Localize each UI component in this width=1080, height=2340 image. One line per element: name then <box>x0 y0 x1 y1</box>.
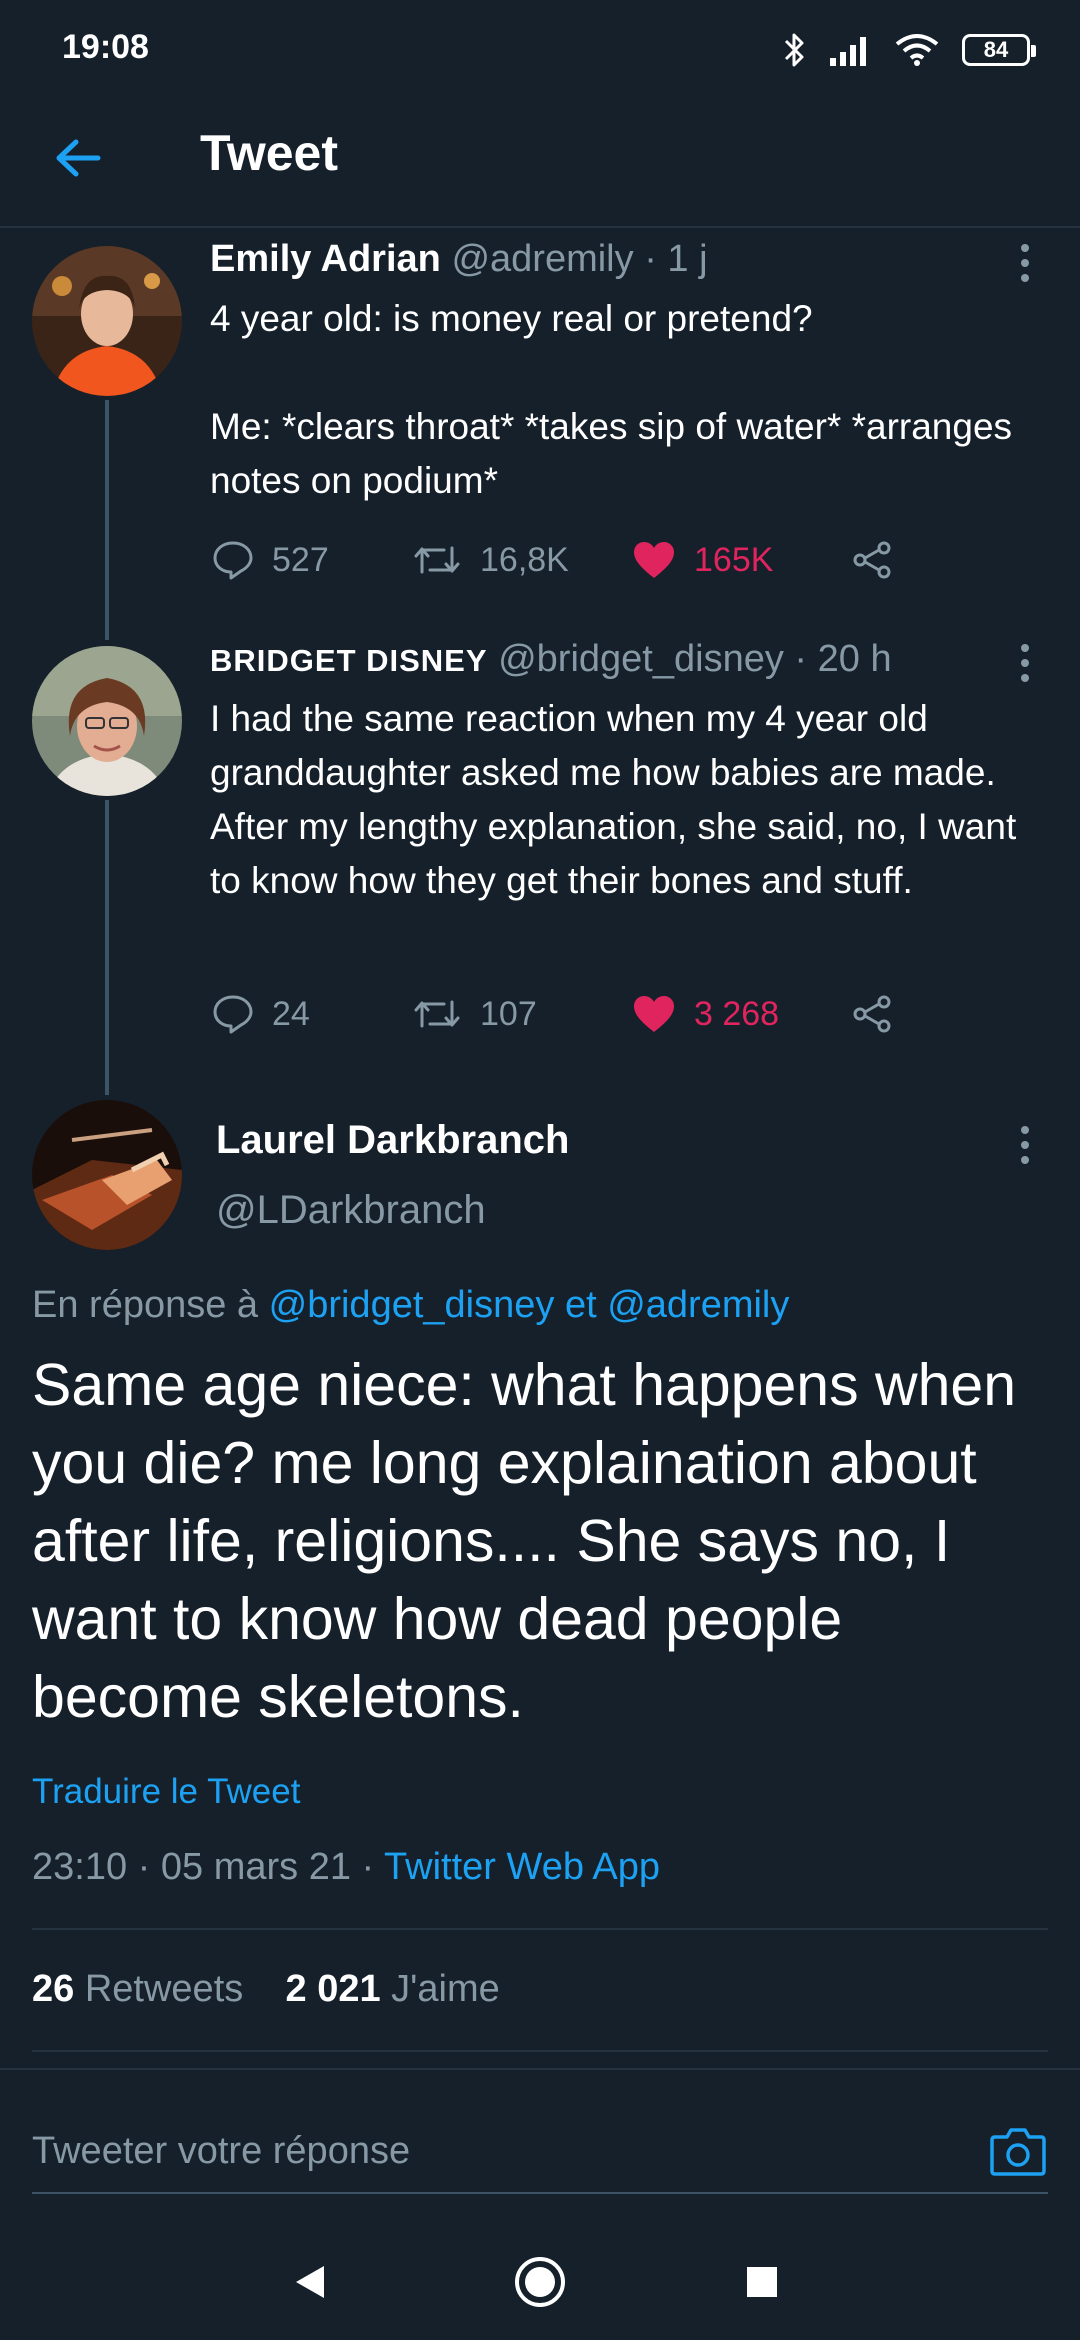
tweet-actions: 527 16,8K 165K <box>212 530 894 590</box>
status-time: 19:08 <box>62 28 149 66</box>
more-options-button[interactable] <box>1010 638 1040 688</box>
mention-link[interactable]: @adremily <box>607 1284 789 1326</box>
like-count: 165K <box>694 540 774 579</box>
tweet-timestamp: 23:10 · 05 mars 21 · <box>32 1846 375 1888</box>
app-header: Tweet <box>0 100 1080 228</box>
like-label: J'aime <box>391 1968 500 2010</box>
tweet-text: Same age niece: what happens when you di… <box>32 1352 1017 1730</box>
like-button[interactable]: 3 268 <box>632 994 850 1034</box>
tweet-source-link[interactable]: Twitter Web App <box>384 1846 660 1888</box>
reply-count: 24 <box>272 994 310 1033</box>
retweet-count: 16,8K <box>480 540 569 579</box>
thread-connector <box>105 800 109 1095</box>
tweet-header: BRIDGET DISNEY @bridget_disney · 20 h <box>210 638 892 681</box>
battery-icon: 84 <box>962 34 1036 66</box>
reply-context: En réponse à @bridget_disney et @adremil… <box>32 1284 789 1327</box>
nav-back-button[interactable] <box>278 2250 342 2314</box>
user-name[interactable]: BRIDGET DISNEY <box>210 643 488 678</box>
reply-composer <box>32 2110 1048 2194</box>
user-handle[interactable]: @LDarkbranch <box>216 1188 486 1233</box>
retweet-count: 107 <box>480 994 537 1033</box>
like-button[interactable]: 165K <box>632 540 850 580</box>
tweet-text: I had the same reaction when my 4 year o… <box>210 698 1017 901</box>
reply-button[interactable]: 527 <box>212 540 412 580</box>
share-button[interactable] <box>850 540 894 580</box>
square-recents-icon <box>747 2267 777 2297</box>
more-options-button[interactable] <box>1010 1120 1040 1170</box>
reply-input[interactable] <box>32 2129 832 2173</box>
reply-conjunction: et <box>564 1284 597 1326</box>
tweet-time: · 20 h <box>794 638 892 680</box>
tweet-text: 4 year old: is money real or pretend? Me… <box>210 298 1013 501</box>
reply-count: 527 <box>272 540 329 579</box>
more-vertical-icon <box>1021 644 1029 652</box>
more-options-button[interactable] <box>1010 238 1040 288</box>
like-total: 2 021 <box>285 1968 381 2010</box>
user-name[interactable]: Emily Adrian <box>210 238 441 280</box>
status-icons: 84 <box>782 30 1036 70</box>
more-vertical-icon <box>1021 1126 1029 1134</box>
tweet-time: · 1 j <box>644 238 708 280</box>
camera-icon <box>990 2128 1046 2176</box>
status-bar: 19:08 84 <box>0 0 1080 100</box>
nav-home-button[interactable] <box>508 2250 572 2314</box>
avatar[interactable] <box>32 1100 182 1250</box>
tweet-actions: 24 107 3 268 <box>212 984 894 1044</box>
retweet-icon <box>414 1000 460 1028</box>
bluetooth-icon <box>784 33 804 67</box>
back-button[interactable] <box>46 126 110 190</box>
divider <box>32 1928 1048 1930</box>
mention-link[interactable]: @bridget_disney <box>269 1284 555 1326</box>
user-name[interactable]: Laurel Darkbranch <box>216 1118 569 1163</box>
signal-icon <box>830 37 866 66</box>
user-handle[interactable]: @bridget_disney <box>498 638 784 680</box>
thread-connector <box>105 400 109 640</box>
retweet-total: 26 <box>32 1968 75 2010</box>
tweet-detail-screen: 19:08 84 Tweet Emily Adrian @adremily · … <box>0 0 1080 2340</box>
reply-button[interactable]: 24 <box>212 994 412 1034</box>
like-count: 3 268 <box>694 994 780 1033</box>
more-vertical-icon <box>1021 244 1029 252</box>
retweet-button[interactable]: 107 <box>412 995 632 1034</box>
heart-icon <box>634 996 674 1032</box>
comment-icon <box>213 995 253 1034</box>
likes-stat[interactable]: 2 021 J'aime <box>286 1968 500 2010</box>
circle-home-icon <box>515 2257 565 2307</box>
page-title: Tweet <box>200 125 338 181</box>
tweet-stats: 26 Retweets 2 021 J'aime <box>32 1968 500 2011</box>
reply-prefix: En réponse à <box>32 1284 259 1326</box>
arrow-left-icon <box>56 139 101 177</box>
avatar[interactable] <box>32 246 182 396</box>
retweet-button[interactable]: 16,8K <box>412 541 632 580</box>
triangle-back-icon <box>296 2266 324 2298</box>
share-icon <box>853 995 891 1033</box>
share-icon <box>853 541 891 579</box>
translate-link[interactable]: Traduire le Tweet <box>32 1772 300 1812</box>
share-button[interactable] <box>850 994 894 1034</box>
system-nav-bar <box>0 2220 1080 2340</box>
camera-button[interactable] <box>988 2121 1048 2181</box>
battery-level: 84 <box>983 37 1009 62</box>
divider <box>32 2050 1048 2052</box>
tweet-header: Emily Adrian @adremily · 1 j <box>210 238 708 281</box>
divider <box>0 2068 1080 2070</box>
retweet-icon <box>414 546 460 574</box>
retweet-label: Retweets <box>84 1968 244 2010</box>
tweet-meta: 23:10 · 05 mars 21 · Twitter Web App <box>32 1846 660 1889</box>
comment-icon <box>213 541 253 580</box>
user-handle[interactable]: @adremily <box>451 238 633 280</box>
wifi-icon <box>895 34 939 66</box>
avatar[interactable] <box>32 646 182 796</box>
retweets-stat[interactable]: 26 Retweets <box>32 1968 254 2010</box>
nav-recents-button[interactable] <box>730 2250 794 2314</box>
heart-icon <box>634 542 674 578</box>
